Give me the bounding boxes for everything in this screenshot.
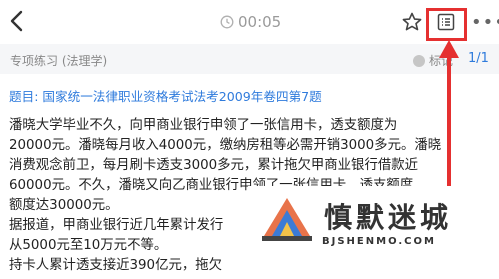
red-arrow <box>439 40 459 198</box>
clock-icon <box>220 15 234 29</box>
passage-line: 消费观念前卫，每月刷卡透支3000多元，累计拖欠甲商业银行借款近 <box>9 158 419 173</box>
passage-line: 潘晓大学毕业不久，向甲商业银行申领了一张信用卡，透支额度为 <box>9 118 398 133</box>
watermark-brand: 慎默迷城 <box>324 201 453 234</box>
timer: 00:05 <box>220 13 281 31</box>
more-icon[interactable]: ••• <box>471 14 499 32</box>
question-title: 题目: 国家统一法律职业资格考试法考2009年卷四第7题 <box>9 89 322 104</box>
passage-line: 20000元。潘晓每月收入4000元，缴纳房租等必需开销3000多元。潘晓 <box>9 138 442 153</box>
page-indicator: 1/1 <box>468 51 489 66</box>
sub-header: 专项练习 (法理学) 标记 1/1 <box>0 44 499 74</box>
watermark-url: BJSHENMO.COM <box>322 236 436 247</box>
star-icon[interactable] <box>402 12 422 32</box>
category-label: 专项练习 (法理学) <box>10 54 108 68</box>
timer-text: 00:05 <box>238 13 282 31</box>
top-bar: 00:05 ••• <box>0 0 499 44</box>
mark-icon <box>413 54 425 67</box>
highlight-box <box>426 8 467 41</box>
watermark-logo <box>262 198 312 241</box>
back-icon[interactable] <box>6 8 28 34</box>
